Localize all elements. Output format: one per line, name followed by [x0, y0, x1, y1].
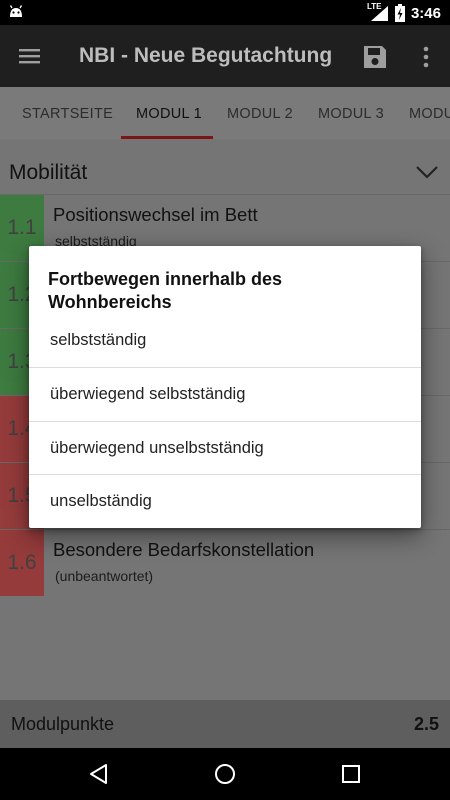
battery-charging-icon — [394, 4, 405, 22]
module-points-value: 2.5 — [413, 714, 439, 734]
overflow-menu-icon[interactable] — [420, 44, 432, 70]
android-notification-icon — [9, 5, 23, 17]
navigation-bar — [0, 748, 450, 800]
menu-icon[interactable] — [17, 45, 43, 67]
recents-icon[interactable] — [339, 762, 363, 786]
app-bar: NBI - Neue Begutachtung — [0, 25, 450, 87]
dialog-title: Fortbewegen innerhalb des Wohnbereichs — [48, 269, 283, 312]
lte-signal-icon: LTE — [367, 2, 389, 22]
status-time: 3:46 — [410, 4, 441, 22]
back-icon[interactable] — [87, 762, 111, 786]
chevron-down-icon[interactable] — [415, 164, 439, 180]
dialog-option-unselbstaendig[interactable]: unselbständig — [29, 475, 421, 528]
module-points-bar: Modulpunkte 2.5 — [0, 700, 450, 748]
item-label: Besondere Bedarfskonstellation — [53, 539, 315, 560]
section-header[interactable]: Mobilität — [0, 150, 450, 194]
app-title: NBI - Neue Begutachtung — [79, 44, 333, 67]
status-icons: LTE 3:46 — [367, 2, 441, 23]
section-title: Mobilität — [9, 161, 88, 184]
tab-modul-2[interactable]: MODUL 2 — [227, 87, 293, 139]
item-number: 1.6 — [0, 530, 44, 596]
dialog-option-ueberwiegend-unselbststaendig[interactable]: überwiegend unselbstständig — [29, 422, 421, 475]
list-item[interactable]: 1.6 Besondere Bedarfskonstellation (unbe… — [0, 529, 450, 596]
tab-modul-1[interactable]: MODUL 1 — [136, 87, 202, 139]
home-icon[interactable] — [213, 762, 237, 786]
tab-modul-3[interactable]: MODUL 3 — [318, 87, 384, 139]
tab-startseite[interactable]: STARTSEITE — [22, 87, 113, 139]
tab-modul-4[interactable]: MODUL 4 — [409, 87, 450, 139]
save-icon[interactable] — [361, 43, 389, 71]
dialog-option-selbststaendig[interactable]: selbstständig — [29, 314, 421, 367]
module-points-label: Modulpunkte — [11, 714, 115, 734]
item-label: Positionswechsel im Bett — [53, 204, 258, 225]
tab-bar: STARTSEITE MODUL 1 MODUL 2 MODUL 3 MODUL… — [0, 87, 450, 139]
dialog-option-ueberwiegend-selbststaendig[interactable]: überwiegend selbstständig — [29, 368, 421, 421]
item-value: (unbeantwortet) — [55, 568, 154, 584]
status-bar: LTE 3:46 — [0, 0, 450, 25]
selection-dialog: Fortbewegen innerhalb des Wohnbereichs s… — [29, 246, 421, 528]
active-tab-indicator — [121, 136, 213, 139]
